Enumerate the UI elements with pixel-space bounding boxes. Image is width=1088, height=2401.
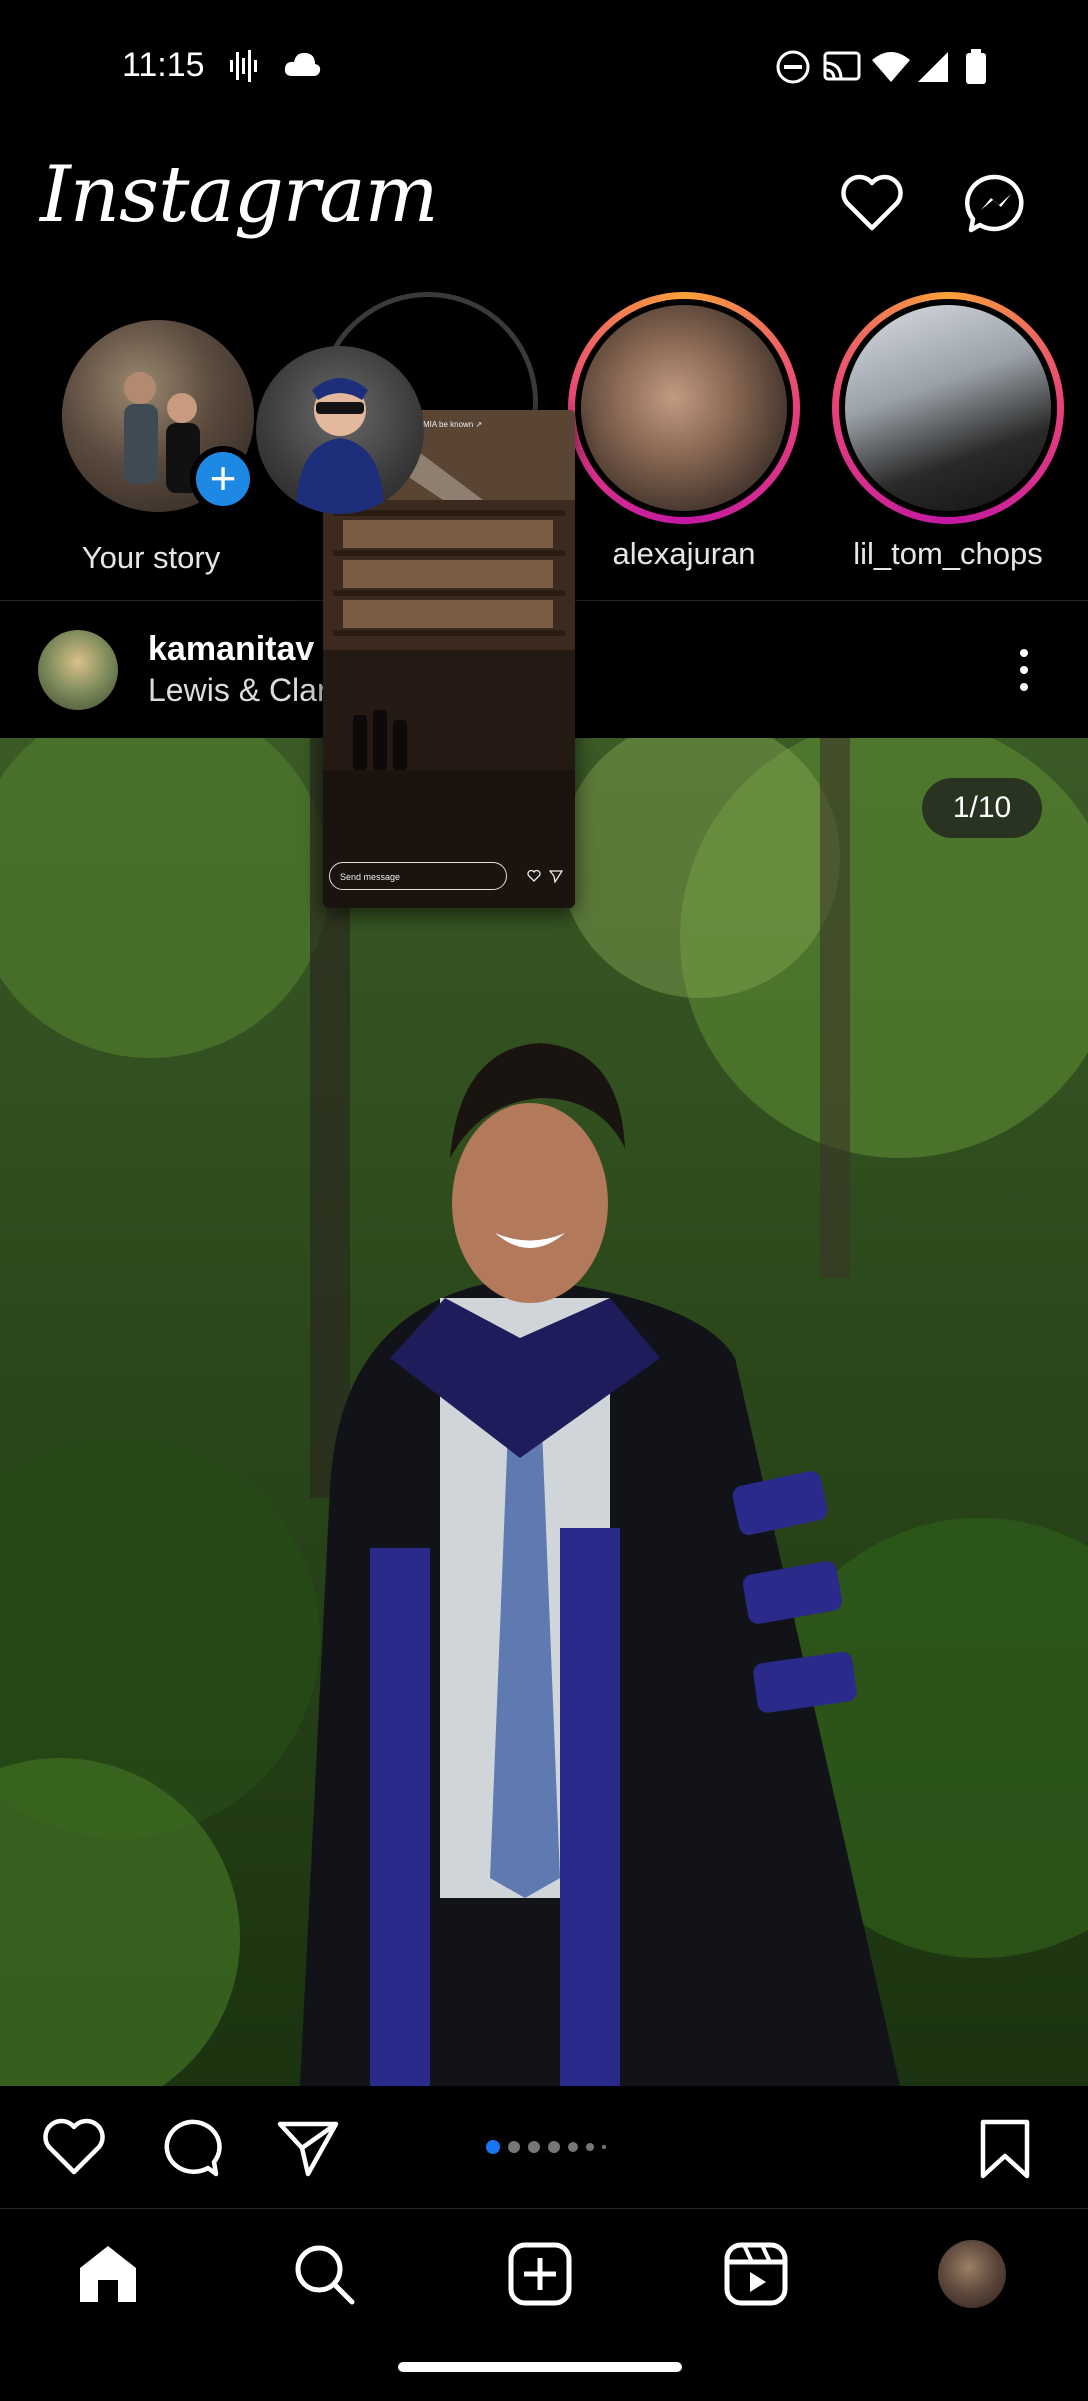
- alexajuran-avatar: [581, 305, 787, 511]
- carousel-dot: [602, 2145, 606, 2149]
- lil-tom-chops-avatar: [845, 305, 1051, 511]
- voice-wave-icon: [230, 50, 257, 82]
- post-avatar[interactable]: [38, 630, 118, 710]
- story-label-your: Your story: [81, 540, 221, 575]
- post-counter: 1/10: [922, 778, 1042, 838]
- story-lil-tom-chops[interactable]: [832, 292, 1064, 524]
- profile-avatar[interactable]: [938, 2240, 1006, 2308]
- story-label-lil-tom-chops: lil_tom_chops: [853, 536, 1043, 571]
- bookmark-icon[interactable]: [978, 2118, 1032, 2180]
- app-logo: Instagram: [40, 150, 439, 240]
- post-username[interactable]: kamanitav: [148, 630, 314, 669]
- carousel-dot: [568, 2142, 578, 2152]
- carousel-dot: [508, 2141, 520, 2153]
- carousel-dot: [586, 2143, 594, 2151]
- add-story-button[interactable]: +: [196, 452, 250, 506]
- home-icon[interactable]: [74, 2240, 142, 2308]
- preview-heart-icon[interactable]: [527, 870, 541, 882]
- signal-icon: [918, 52, 948, 82]
- share-icon[interactable]: [276, 2118, 340, 2178]
- carousel-dot: [528, 2141, 540, 2153]
- battery-icon: [966, 49, 986, 84]
- cloud-icon: [284, 52, 321, 76]
- preview-message-input[interactable]: Send message: [329, 862, 507, 890]
- home-indicator[interactable]: [398, 2362, 682, 2372]
- carousel-dot: [548, 2141, 560, 2153]
- messenger-icon[interactable]: [964, 172, 1028, 236]
- more-options-icon[interactable]: [1010, 645, 1038, 695]
- cast-icon: [823, 51, 861, 81]
- post-image[interactable]: [0, 738, 1088, 2086]
- carousel-dot-active: [486, 2140, 500, 2154]
- story-alexajuran[interactable]: [568, 292, 800, 524]
- comment-icon[interactable]: [158, 2118, 222, 2178]
- search-icon[interactable]: [290, 2240, 358, 2308]
- create-icon[interactable]: [506, 2240, 574, 2308]
- status-time: 11:15: [122, 46, 205, 84]
- do-not-disturb-icon: [776, 50, 810, 84]
- wifi-icon: [872, 52, 910, 82]
- preview-send-icon[interactable]: [549, 869, 563, 883]
- heart-icon[interactable]: [840, 174, 904, 232]
- like-heart-icon[interactable]: [42, 2118, 106, 2176]
- post-location[interactable]: Lewis & Clar: [148, 672, 328, 709]
- carousel-dots: [486, 2136, 626, 2158]
- reels-icon[interactable]: [722, 2240, 790, 2308]
- story-seen-avatar[interactable]: [256, 346, 424, 514]
- preview-top-text: MIA be known ↗: [423, 420, 483, 429]
- story-label-alexajuran: alexajuran: [612, 536, 756, 571]
